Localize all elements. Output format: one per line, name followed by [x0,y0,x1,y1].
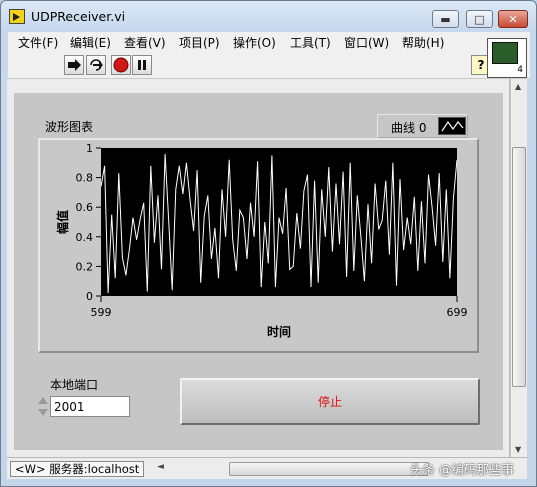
abort-icon [113,57,129,73]
menu-file[interactable]: 文件(F) [18,34,58,51]
port-label: 本地端口 [50,378,99,392]
line-sample-icon [441,120,464,132]
toolbar: ? [8,52,530,79]
graph-title: 波形图表 [45,120,94,134]
menu-view[interactable]: 查看(V) [124,34,166,51]
decrement-arrow-icon[interactable] [38,409,48,416]
close-button[interactable]: ✕ [498,10,528,28]
port-input[interactable] [50,396,130,417]
stop-button[interactable]: 停止 [180,378,480,425]
menu-help[interactable]: 帮助(H) [402,34,444,51]
menu-window[interactable]: 窗口(W) [344,34,389,51]
scroll-down-icon[interactable]: ▼ [515,445,521,454]
vertical-scrollbar[interactable]: ▲ ▼ [510,79,527,457]
maximize-button[interactable]: □ [466,10,493,28]
status-target: <W> 服务器:localhost [10,461,145,477]
watermark: 头条 @编码那些事 [410,462,514,477]
abort-button[interactable] [111,55,131,75]
title-bar[interactable]: UDPReceiver.vi ▬ □ ✕ [1,1,536,31]
waveform-chart [38,138,479,353]
port-spinner[interactable] [37,394,49,419]
pause-icon [138,60,146,70]
window-title: UDPReceiver.vi [31,9,126,24]
menu-project[interactable]: 项目(P) [179,34,220,51]
minimize-button[interactable]: ▬ [432,10,459,28]
legend-label: 曲线 0 [391,121,427,135]
menu-operate[interactable]: 操作(O) [233,34,276,51]
vi-connector-count: 4 [517,65,523,75]
run-button[interactable] [64,55,84,75]
horizontal-scroll-thumb[interactable] [229,462,429,476]
labview-app-icon [9,9,25,24]
scroll-left-icon[interactable]: ◄ [157,462,164,472]
pause-button[interactable] [132,55,152,75]
menu-edit[interactable]: 编辑(E) [70,34,111,51]
run-continuously-button[interactable] [86,55,106,75]
menu-tools[interactable]: 工具(T) [290,34,331,51]
scroll-up-icon[interactable]: ▲ [515,82,521,91]
vi-icon-graphic [492,42,518,64]
increment-arrow-icon[interactable] [38,397,48,404]
run-arrow-icon [68,59,81,71]
plot-legend[interactable]: 曲线 0 [377,114,468,138]
menu-bar: 文件(F) 编辑(E) 查看(V) 项目(P) 操作(O) 工具(T) 窗口(W… [8,32,530,52]
vi-icon[interactable]: 4 [487,38,527,78]
vertical-scroll-thumb[interactable] [512,147,526,387]
run-continuously-icon [90,59,103,71]
legend-swatch [438,117,466,135]
